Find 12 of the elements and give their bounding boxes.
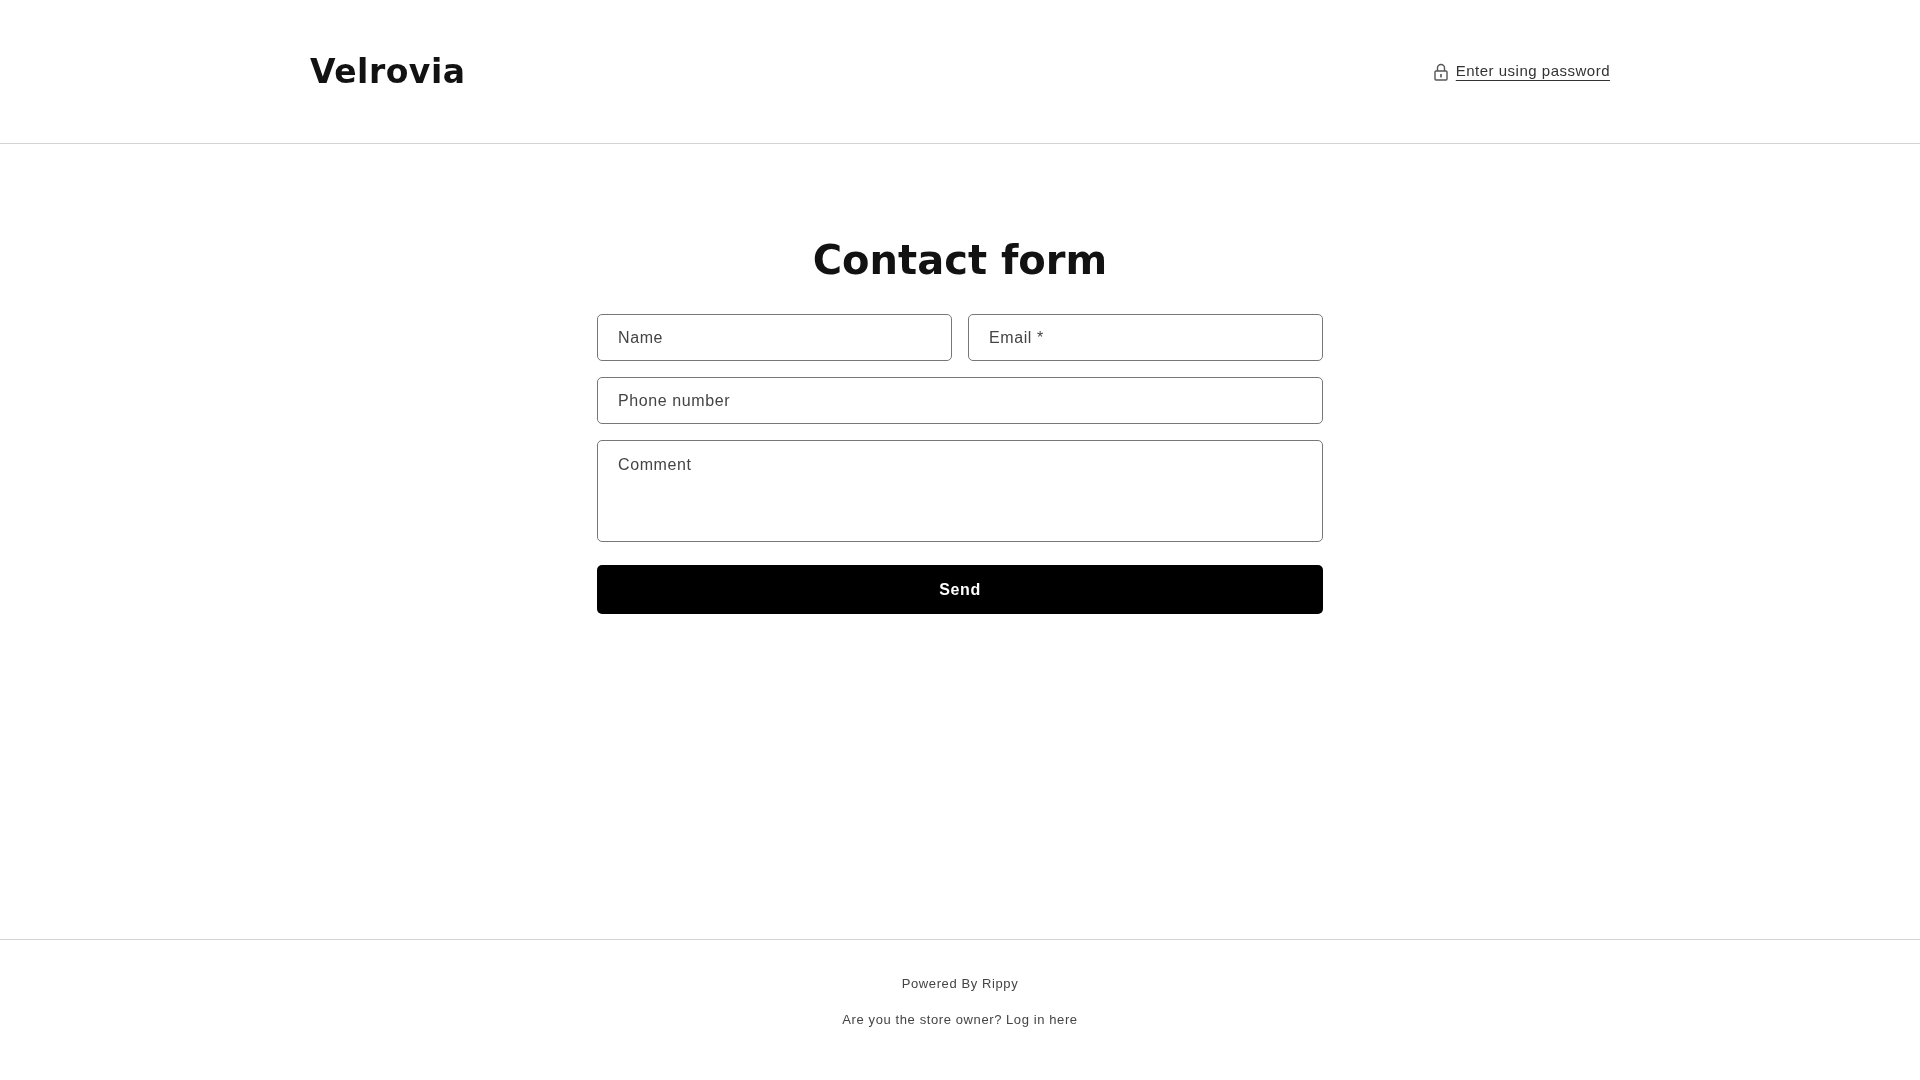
form-title: Contact form [811,236,1109,284]
login-link[interactable]: Log in here [1006,1009,1078,1029]
input-field[interactable]: Email * [968,314,1323,361]
send-button[interactable]: Send [597,565,1323,614]
powered-by-text: Powered By Rippy [900,975,1020,993]
lock-icon [1433,62,1448,81]
input-field[interactable]: Phone number [597,377,1323,424]
store-logo[interactable]: Velrovia [310,46,466,97]
comment-field[interactable]: Comment [597,440,1323,542]
owner-prompt: Are you the store owner? [842,1010,1002,1029]
input-field[interactable]: Name [597,314,952,361]
password-link[interactable]: Enter using password [1455,60,1610,83]
